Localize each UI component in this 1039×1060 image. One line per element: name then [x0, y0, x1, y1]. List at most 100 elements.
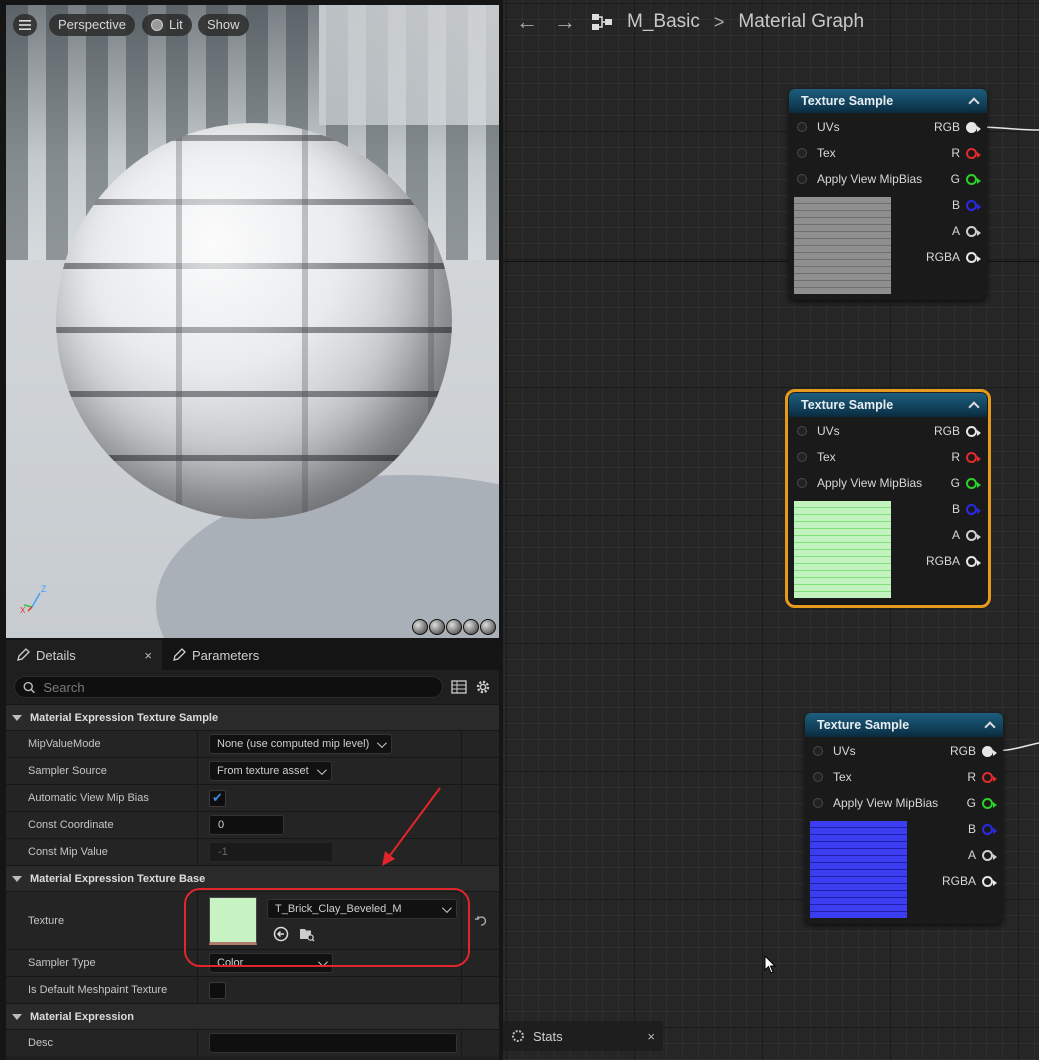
close-tab-icon[interactable]: ×: [144, 648, 152, 663]
output-pin-row[interactable]: A: [952, 221, 981, 241]
input-pin-icon[interactable]: [797, 148, 807, 158]
tab-details-label: Details: [36, 647, 76, 663]
input-pin-icon[interactable]: [813, 772, 823, 782]
output-pin-row[interactable]: RGBA: [942, 871, 997, 891]
output-pin-icon[interactable]: [966, 225, 981, 237]
show-button[interactable]: Show: [198, 14, 249, 36]
gear-icon[interactable]: [475, 679, 491, 695]
output-pin-icon[interactable]: [966, 199, 981, 211]
mip-value-mode-dropdown[interactable]: None (use computed mip level): [209, 734, 393, 754]
input-pin-icon[interactable]: [797, 122, 807, 132]
auto-view-mip-bias-checkbox[interactable]: ✔: [209, 789, 226, 807]
details-search-box[interactable]: [14, 676, 443, 698]
output-pin-row[interactable]: R: [967, 767, 997, 787]
output-pin-icon[interactable]: [982, 771, 997, 783]
input-pin-row[interactable]: UVs: [813, 741, 856, 761]
perspective-button[interactable]: Perspective: [49, 14, 135, 36]
output-pin-row[interactable]: B: [951, 499, 981, 519]
const-coordinate-input[interactable]: 0: [209, 815, 284, 835]
input-pin-row[interactable]: UVs: [797, 421, 840, 441]
output-pin-label: RGB: [949, 744, 976, 758]
tab-parameters[interactable]: Parameters: [162, 640, 269, 670]
output-pin-row[interactable]: G: [951, 473, 981, 493]
table-view-icon[interactable]: [451, 680, 467, 694]
breadcrumb-asset[interactable]: M_Basic: [627, 11, 700, 33]
output-pin-icon[interactable]: [982, 797, 997, 809]
mesh-preview-icon[interactable]: [480, 619, 496, 635]
output-pin-icon[interactable]: [966, 451, 981, 463]
section-texture-sample[interactable]: Material Expression Texture Sample: [6, 704, 499, 730]
input-pin-row[interactable]: Apply View MipBias: [797, 473, 922, 493]
output-pin-icon[interactable]: [966, 477, 981, 489]
output-pin-icon[interactable]: [966, 121, 981, 133]
output-pin-row[interactable]: R: [951, 143, 981, 163]
default-meshpaint-checkbox[interactable]: [209, 981, 226, 999]
output-pin-icon[interactable]: [966, 251, 981, 263]
input-pin-icon[interactable]: [797, 452, 807, 462]
node-title[interactable]: Texture Sample: [805, 713, 1003, 737]
lit-label: Lit: [169, 17, 183, 32]
output-pin-icon[interactable]: [982, 875, 997, 887]
sampler-source-dropdown[interactable]: From texture asset: [209, 761, 332, 781]
output-pin-icon[interactable]: [966, 425, 981, 437]
sphere-preview-icon[interactable]: [429, 619, 445, 635]
output-pin-row[interactable]: RGB: [934, 117, 981, 137]
input-pin-icon[interactable]: [797, 174, 807, 184]
section-material-expression[interactable]: Material Expression: [6, 1003, 499, 1029]
viewport-menu-button[interactable]: [13, 14, 37, 36]
plane-preview-icon[interactable]: [446, 619, 462, 635]
output-pin-row[interactable]: RGB: [933, 421, 981, 441]
output-pin-row[interactable]: A: [968, 845, 997, 865]
lit-button[interactable]: Lit: [142, 14, 192, 36]
input-pin-icon[interactable]: [813, 798, 823, 808]
output-pin-icon[interactable]: [966, 529, 981, 541]
output-pin-icon[interactable]: [982, 849, 997, 861]
output-pin-icon[interactable]: [966, 555, 981, 567]
output-pin-icon[interactable]: [966, 147, 981, 159]
output-pin-row[interactable]: RGBA: [926, 247, 981, 267]
output-pin-label: B: [951, 502, 960, 516]
input-pin-row[interactable]: Tex: [813, 767, 852, 787]
cylinder-preview-icon[interactable]: [412, 619, 428, 635]
output-pin-row[interactable]: B: [968, 819, 997, 839]
input-pin-row[interactable]: Tex: [797, 447, 836, 467]
output-pin-icon[interactable]: [966, 503, 981, 515]
input-pin-icon[interactable]: [797, 478, 807, 488]
collapse-triangle-icon: [12, 1013, 22, 1020]
output-pin-row[interactable]: RGBA: [926, 551, 981, 571]
details-search-input[interactable]: [43, 679, 434, 695]
input-pin-label: Tex: [817, 146, 836, 160]
cube-preview-icon[interactable]: [463, 619, 479, 635]
output-pin-row[interactable]: G: [967, 793, 997, 813]
forward-arrow-icon[interactable]: →: [553, 9, 577, 35]
output-pin-icon[interactable]: [966, 173, 981, 185]
input-pin-row[interactable]: Apply View MipBias: [813, 793, 938, 813]
output-pin-label: RGB: [933, 424, 960, 438]
output-pin-row[interactable]: A: [952, 525, 981, 545]
input-pin-row[interactable]: Tex: [797, 143, 836, 163]
input-pin-row[interactable]: UVs: [797, 117, 840, 137]
input-pin-icon[interactable]: [813, 746, 823, 756]
node-title[interactable]: Texture Sample: [789, 393, 987, 417]
output-pin-row[interactable]: R: [951, 447, 981, 467]
lit-mode-icon: [151, 19, 163, 31]
input-pin-row[interactable]: Apply View MipBias: [797, 169, 922, 189]
stats-tab[interactable]: Stats ×: [503, 1021, 663, 1051]
back-arrow-icon[interactable]: ←: [515, 9, 539, 35]
material-graph-canvas[interactable]: ← → M_Basic > Material Graph Texture Sam…: [503, 0, 1039, 1060]
texture-sample-node[interactable]: Texture Sample UVs Tex Apply View MipBias RG…: [789, 89, 987, 300]
reset-to-default-icon[interactable]: [474, 914, 488, 928]
texture-sample-node[interactable]: Texture Sample UVs Tex Apply View MipBias RG…: [785, 389, 991, 608]
close-tab-icon[interactable]: ×: [647, 1029, 655, 1044]
output-pin-icon[interactable]: [982, 745, 997, 757]
material-preview-viewport[interactable]: Perspective Lit Show Z X: [6, 5, 499, 638]
desc-input[interactable]: [209, 1033, 457, 1053]
output-pin-icon[interactable]: [982, 823, 997, 835]
output-pin-row[interactable]: G: [951, 169, 981, 189]
output-pin-row[interactable]: B: [952, 195, 981, 215]
texture-sample-node[interactable]: Texture Sample UVs Tex Apply View MipBias RG…: [805, 713, 1003, 924]
tab-details[interactable]: Details ×: [6, 640, 162, 670]
node-title[interactable]: Texture Sample: [789, 89, 987, 113]
input-pin-icon[interactable]: [797, 426, 807, 436]
output-pin-row[interactable]: RGB: [949, 741, 997, 761]
